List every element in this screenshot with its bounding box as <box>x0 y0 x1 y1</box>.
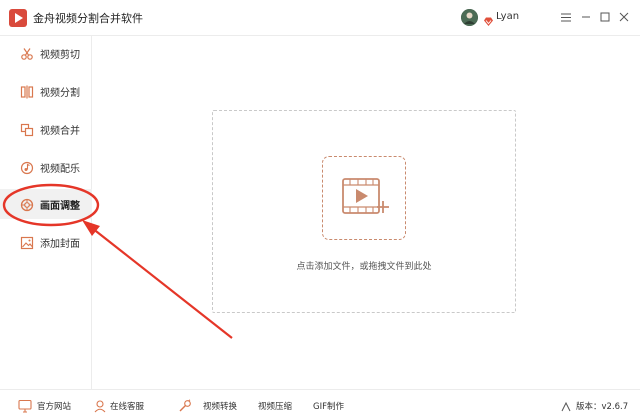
sidebar-item-label: 视频配乐 <box>40 164 80 175</box>
sidebar-item-label: 视频合并 <box>40 126 80 137</box>
sidebar-item-adjust[interactable]: 画面调整 <box>0 189 92 219</box>
vip-icon <box>483 12 494 26</box>
sidebar-item-cut[interactable]: 视频剪切 <box>0 38 92 68</box>
avatar[interactable] <box>461 9 478 26</box>
headset-user-icon <box>93 398 107 413</box>
video-compress-link[interactable]: 视频压缩 <box>258 398 298 412</box>
video-convert-link[interactable]: 视频转换 <box>178 398 240 412</box>
bottom-item-label: 官方网站 <box>37 402 72 412</box>
image-icon <box>20 235 34 250</box>
add-video-icon <box>342 178 389 214</box>
sidebar-item-cover[interactable]: 添加封面 <box>0 227 92 257</box>
tool-icon <box>178 398 192 412</box>
file-drop-zone[interactable]: 点击添加文件，或拖拽文件到此处 <box>212 110 516 313</box>
scissors-icon <box>20 46 34 60</box>
version-label: 版本：v2.6.7 <box>576 402 629 412</box>
close-icon[interactable] <box>617 9 631 25</box>
sidebar-item-label: 画面调整 <box>40 201 80 212</box>
add-file-button[interactable] <box>322 156 406 240</box>
sidebar-item-label: 添加封面 <box>40 239 80 250</box>
monitor-icon <box>18 398 32 413</box>
sidebar-item-merge[interactable]: 视频合并 <box>0 114 92 144</box>
official-site-link[interactable]: 官方网站 <box>18 398 78 413</box>
minimize-icon[interactable] <box>579 9 593 25</box>
version-icon <box>560 398 572 412</box>
annotation-arrow-line <box>91 227 233 339</box>
bottom-item-label: GIF制作 <box>313 402 344 412</box>
gif-maker-link[interactable]: GIF制作 <box>313 398 353 412</box>
user-name[interactable]: Lyan <box>496 11 519 22</box>
app-logo-icon <box>9 9 27 27</box>
sidebar-item-music[interactable]: 视频配乐 <box>0 152 92 182</box>
sidebar-item-split[interactable]: 视频分割 <box>0 76 92 106</box>
online-support-link[interactable]: 在线客服 <box>93 398 153 413</box>
bottom-item-label: 视频转换 <box>203 402 238 412</box>
app-title: 金舟视频分割合并软件 <box>33 12 143 25</box>
bottom-item-label: 视频压缩 <box>258 402 293 412</box>
menu-icon[interactable] <box>559 9 573 25</box>
bottom-bar: 官方网站 在线客服 视频转换 视频压缩 GIF制作 版本：v2.6.7 <box>0 389 640 419</box>
sidebar: 视频剪切 视频分割 视频合并 视频配乐 画面调整 添加封面 <box>0 36 92 389</box>
merge-icon <box>20 122 34 137</box>
adjust-icon <box>20 197 34 212</box>
sidebar-item-label: 视频剪切 <box>40 50 80 61</box>
music-icon <box>20 160 34 175</box>
bottom-item-label: 在线客服 <box>110 402 145 412</box>
title-bar: 金舟视频分割合并软件 Lyan <box>0 0 640 36</box>
restore-icon[interactable] <box>598 9 612 25</box>
sidebar-item-label: 视频分割 <box>40 88 80 99</box>
split-icon <box>20 84 34 99</box>
drop-hint: 点击添加文件，或拖拽文件到此处 <box>296 262 432 272</box>
